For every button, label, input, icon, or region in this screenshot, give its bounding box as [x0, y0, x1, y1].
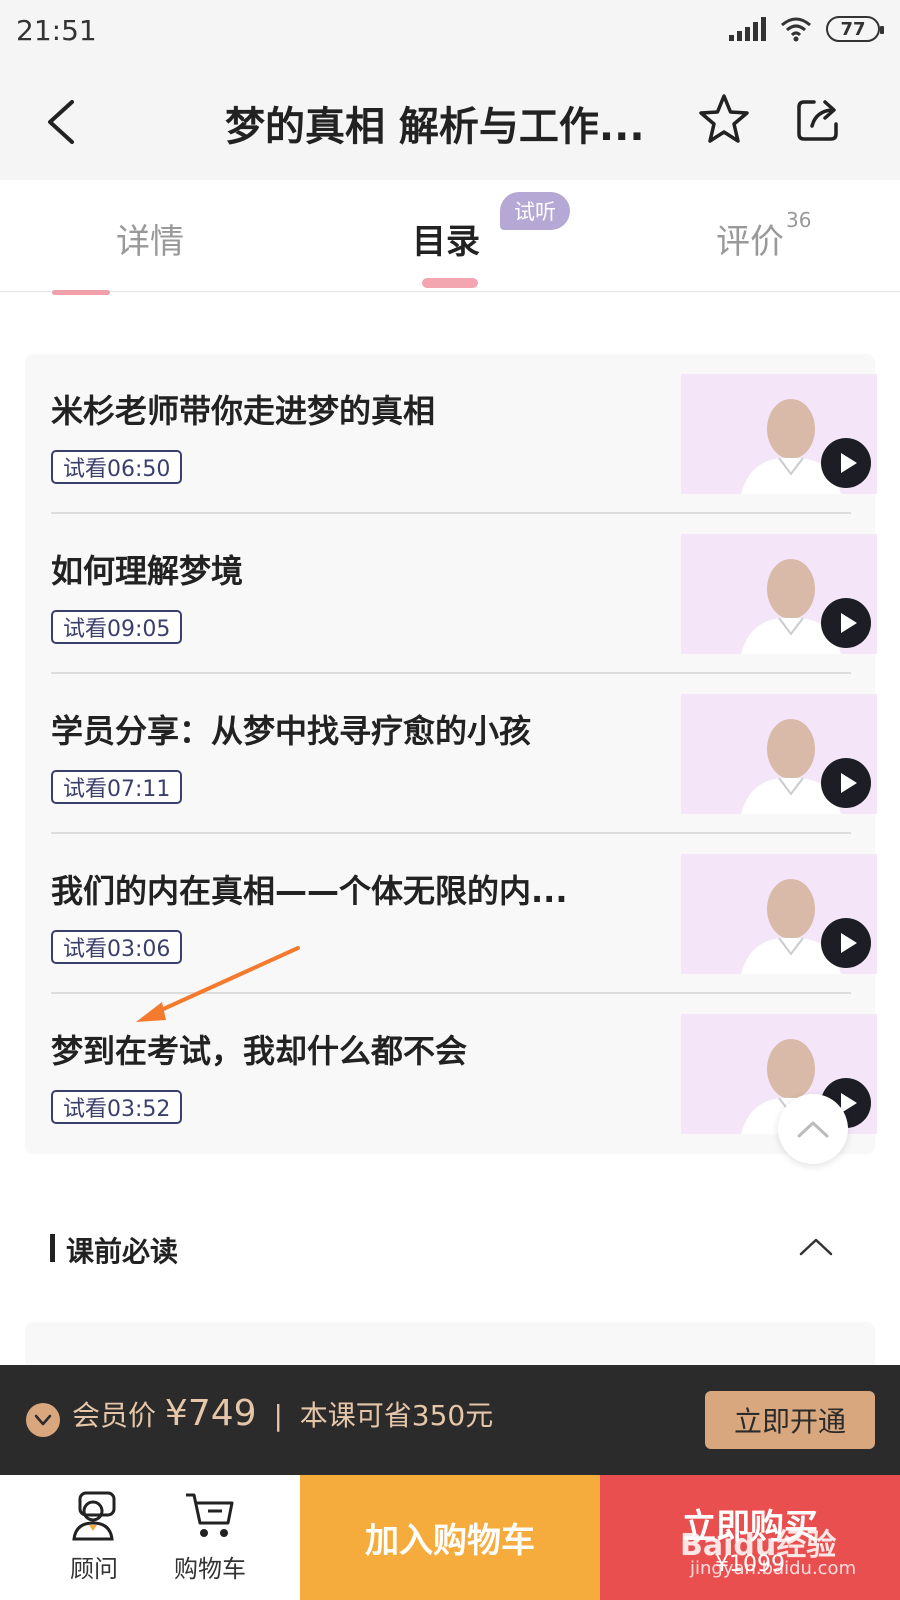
- play-icon[interactable]: [821, 438, 871, 488]
- battery-icon: 77: [826, 16, 884, 42]
- reviews-count: 36: [786, 207, 812, 232]
- chevron-up-icon[interactable]: [798, 1232, 834, 1260]
- status-bar: 21:51 77: [0, 0, 900, 62]
- tab-indicator: [422, 278, 478, 288]
- scroll-top-button[interactable]: [778, 1094, 848, 1164]
- section-indicator: [52, 290, 110, 295]
- lesson-thumbnail[interactable]: [681, 694, 877, 814]
- member-bar: 会员价 ¥749 | 本课可省350元 立即开通: [0, 1365, 900, 1475]
- cart-icon: [186, 1493, 234, 1537]
- section-header[interactable]: 课前必读: [0, 1218, 900, 1278]
- lesson-item[interactable]: 学员分享：从梦中找寻疗愈的小孩 试看07:11: [51, 674, 877, 834]
- section-marker: [50, 1234, 55, 1262]
- lesson-title: 梦到在考试，我却什么都不会: [51, 1032, 468, 1070]
- page-title: 梦的真相 解析与工作...: [225, 104, 645, 150]
- lesson-item[interactable]: 如何理解梦境 试看09:05: [51, 514, 877, 674]
- cart-label: 购物车: [174, 1555, 246, 1583]
- trial-tag: 试看07:11: [51, 770, 183, 804]
- lesson-thumbnail[interactable]: [681, 1014, 877, 1134]
- consultant-icon: [72, 1491, 116, 1541]
- lesson-thumbnail[interactable]: [681, 854, 877, 974]
- status-icons: 77: [729, 16, 884, 42]
- section-title: 课前必读: [66, 1235, 179, 1268]
- cart-button[interactable]: 购物车: [160, 1489, 260, 1584]
- add-to-cart-button[interactable]: 加入购物车: [300, 1475, 600, 1600]
- lesson-item[interactable]: 米杉老师带你走进梦的真相 试看06:50: [51, 354, 877, 514]
- lesson-title: 学员分享：从梦中找寻疗愈的小孩: [51, 712, 532, 750]
- star-icon[interactable]: [696, 92, 752, 148]
- tab-reviews-label: 评价: [716, 222, 784, 262]
- lesson-title: 如何理解梦境: [51, 552, 244, 590]
- lesson-thumbnail[interactable]: [681, 374, 877, 494]
- tab-bar: 详情 目录 试听 评价36: [0, 180, 900, 292]
- watermark-url: jingyan.baidu.com: [690, 1558, 857, 1579]
- trial-tag: 试看03:52: [51, 1090, 183, 1124]
- signal-icon: [729, 17, 766, 41]
- nav-bar: 梦的真相 解析与工作...: [0, 62, 900, 180]
- play-icon[interactable]: [821, 758, 871, 808]
- lesson-thumbnail[interactable]: [681, 534, 877, 654]
- trial-tag: 试看09:05: [51, 610, 183, 644]
- tab-reviews[interactable]: 评价36: [716, 208, 811, 263]
- play-icon[interactable]: [821, 918, 871, 968]
- consult-label: 顾问: [70, 1555, 118, 1583]
- annotation-arrow-icon: [136, 946, 300, 1022]
- member-badge-icon: [26, 1403, 60, 1437]
- trial-tag: 试看06:50: [51, 450, 183, 484]
- share-icon[interactable]: [794, 96, 842, 144]
- activate-membership-button[interactable]: 立即开通: [705, 1391, 875, 1449]
- trial-badge: 试听: [500, 192, 570, 230]
- lesson-list: 米杉老师带你走进梦的真相 试看06:50 如何理解梦境 试看09:05 学员分享…: [25, 354, 877, 1154]
- chevron-up-icon: [797, 1121, 829, 1138]
- lesson-title: 我们的内在真相——个体无限的内...: [51, 872, 568, 910]
- member-price-text: 会员价 ¥749 | 本课可省350元: [72, 1393, 493, 1434]
- member-saving: 本课可省350元: [299, 1399, 494, 1432]
- consult-button[interactable]: 顾问: [44, 1489, 144, 1584]
- lesson-title: 米杉老师带你走进梦的真相: [51, 392, 436, 430]
- member-separator: |: [273, 1399, 283, 1432]
- back-icon[interactable]: [40, 92, 80, 152]
- play-icon[interactable]: [821, 598, 871, 648]
- status-time: 21:51: [16, 14, 97, 47]
- member-label: 会员价: [72, 1399, 157, 1432]
- tab-catalog[interactable]: 目录: [412, 214, 480, 263]
- tab-details[interactable]: 详情: [116, 214, 184, 263]
- wifi-icon: [781, 17, 811, 42]
- member-price: ¥749: [164, 1393, 257, 1434]
